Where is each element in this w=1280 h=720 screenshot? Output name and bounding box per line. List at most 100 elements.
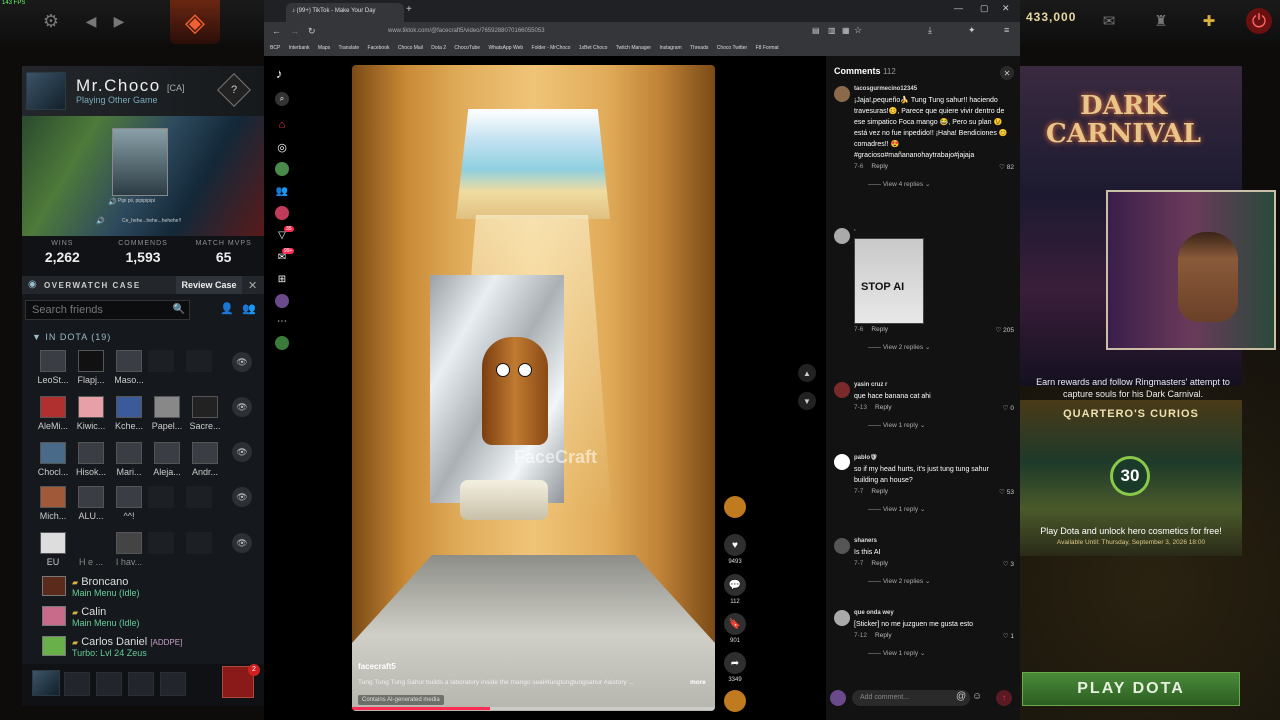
download-icon[interactable]: ⤓ xyxy=(928,25,932,36)
friend-tile[interactable]: ^^! xyxy=(110,486,148,526)
profile-name[interactable]: Mr.Choco xyxy=(76,76,161,95)
friend-list-item[interactable]: ▰ Carlos Daniel [ADDPE] Turbo: Lvl 24 Zeu… xyxy=(42,636,182,658)
in-dota-header[interactable]: ▼ IN DOTA (19) xyxy=(32,332,111,342)
like-button[interactable]: ♥ 9493 xyxy=(724,534,746,565)
upload-icon[interactable]: ⊞ xyxy=(275,272,289,286)
bookmark[interactable]: Dota 2 xyxy=(431,45,446,51)
view-replies[interactable]: —— View 1 reply ⌄ xyxy=(868,505,1014,513)
page-icon[interactable]: ▥ xyxy=(828,26,836,35)
commenter-avatar[interactable] xyxy=(834,228,850,244)
profile-avatar-icon[interactable] xyxy=(275,294,289,308)
friend-tile[interactable]: Sacre... xyxy=(186,396,224,436)
creator-avatar-button[interactable] xyxy=(724,496,746,518)
friend-tile[interactable]: Kiwic... xyxy=(72,396,110,436)
search-icon[interactable]: 🔍 xyxy=(173,304,185,315)
view-replies[interactable]: —— View 2 replies ⌄ xyxy=(868,343,1014,351)
save-button[interactable]: 🔖 901 xyxy=(724,613,746,644)
friend-tile[interactable]: Flapj... xyxy=(72,350,110,390)
help-button[interactable]: ? xyxy=(217,73,251,107)
share-button[interactable]: ➦ 3349 xyxy=(724,652,746,683)
friends-icon[interactable]: 👥 xyxy=(242,302,256,315)
bookmark[interactable]: Translate xyxy=(338,45,359,51)
friend-tile[interactable]: ALU... xyxy=(72,486,110,526)
reply-button[interactable]: Reply xyxy=(871,163,888,170)
quartero-curios-promo[interactable]: QUARTERO'S CURIOS 30 Play Dota and unloc… xyxy=(1020,400,1242,556)
friend-tile[interactable]: Mich... xyxy=(34,486,72,526)
tiktok-logo-icon[interactable]: ♪ xyxy=(276,66,283,81)
friend-list-item[interactable]: ▰ Broncano Main Menu (Idle) xyxy=(42,576,140,598)
friend-tile[interactable]: Maso... xyxy=(110,350,148,390)
bookmark[interactable]: Facebook xyxy=(368,45,390,51)
comment-like[interactable]: ♡ 0 xyxy=(1003,404,1014,412)
watch-eye-icon[interactable]: 👁 xyxy=(232,442,252,462)
close-comments-button[interactable]: ✕ xyxy=(1000,66,1014,80)
comment-like[interactable]: ♡ 3 xyxy=(1003,560,1014,568)
speaker-icon[interactable]: 🔊 xyxy=(96,217,105,225)
next-video-button[interactable]: ▼ xyxy=(798,392,816,410)
friend-tile[interactable]: Hisok... xyxy=(72,442,110,482)
friend-tile[interactable]: Mari... xyxy=(110,442,148,482)
sound-disc-button[interactable] xyxy=(724,690,746,712)
explore-icon[interactable]: ◎ xyxy=(275,140,289,154)
bookmark[interactable]: Threads xyxy=(690,45,708,51)
party-slot[interactable] xyxy=(128,672,154,696)
reload-icon[interactable]: ↻ xyxy=(308,26,316,37)
forward-arrow-icon[interactable]: ▶ xyxy=(108,10,130,32)
bookmark[interactable]: WhatsApp Web xyxy=(488,45,523,51)
back-icon[interactable]: ← xyxy=(272,26,281,36)
close-icon[interactable]: ✕ xyxy=(248,279,257,292)
url-input[interactable]: www.tiktok.com/@facecraft5/video/7659288… xyxy=(388,26,804,39)
reply-button[interactable]: Reply xyxy=(871,488,888,495)
more-link[interactable]: more xyxy=(690,679,706,686)
comment-like[interactable]: ♡ 82 xyxy=(999,163,1014,171)
friend-tile[interactable]: Papel... xyxy=(148,396,186,436)
friend-tile[interactable]: Andr... xyxy=(186,442,224,482)
extensions-icon[interactable]: ✦ xyxy=(968,25,976,36)
friends-icon[interactable]: 👥 xyxy=(275,184,289,198)
armory-icon[interactable]: ♜ xyxy=(1150,10,1172,32)
comment-user[interactable]: · xyxy=(854,228,1014,234)
bookmark[interactable]: Interbank xyxy=(289,45,310,51)
back-arrow-icon[interactable]: ◀ xyxy=(80,10,102,32)
profile-avatar[interactable] xyxy=(26,72,66,110)
send-icon[interactable]: ↑ xyxy=(996,690,1012,706)
bookmark[interactable]: Choco Mail xyxy=(398,45,423,51)
add-friend-icon[interactable]: 👤 xyxy=(220,302,234,315)
commenter-avatar[interactable] xyxy=(834,382,850,398)
mention-icon[interactable]: @ xyxy=(956,691,966,702)
search-friends-input[interactable]: Search friends 🔍 xyxy=(25,300,190,320)
add-comment-input[interactable]: Add comment... xyxy=(852,690,970,706)
comment-user[interactable]: yasin cruz r xyxy=(854,382,1014,388)
commenter-avatar[interactable] xyxy=(834,538,850,554)
reply-button[interactable]: Reply xyxy=(875,404,892,411)
watch-eye-icon[interactable]: 👁 xyxy=(232,533,252,553)
dota-logo-icon[interactable]: ◈ xyxy=(170,0,220,44)
comment-user[interactable]: shaners xyxy=(854,538,1014,544)
reply-button[interactable]: Reply xyxy=(871,560,888,567)
friend-tile[interactable]: Aleja... xyxy=(148,442,186,482)
friend-tile[interactable]: I hav... xyxy=(110,532,148,572)
bookmark[interactable]: Instagram xyxy=(659,45,681,51)
bookmark[interactable]: Twitch Manager xyxy=(616,45,651,51)
party-slot[interactable] xyxy=(96,672,122,696)
friend-tile[interactable]: EU xyxy=(34,532,72,572)
following-avatar-icon[interactable] xyxy=(275,162,289,176)
comment-like[interactable]: ♡ 1 xyxy=(1003,632,1014,640)
comment-button[interactable]: 💬 112 xyxy=(724,574,746,605)
view-replies[interactable]: —— View 2 replies ⌄ xyxy=(868,577,1014,585)
bookmark[interactable]: Folder - MrChoco xyxy=(532,45,571,51)
close-window-icon[interactable]: ✕ xyxy=(1002,3,1010,14)
live-icon[interactable] xyxy=(275,206,289,220)
more-icon[interactable]: ⋯ xyxy=(275,314,289,328)
minimize-icon[interactable]: — xyxy=(954,3,963,13)
app-icon[interactable] xyxy=(275,336,289,350)
prev-video-button[interactable]: ▲ xyxy=(798,364,816,382)
comment-user[interactable]: tacosgurmecino12345 xyxy=(854,86,1014,92)
reply-button[interactable]: Reply xyxy=(875,632,892,639)
bookmark-star-icon[interactable]: ☆ xyxy=(854,25,862,36)
speaker-icon[interactable]: 🔊 xyxy=(108,198,117,206)
bookmark[interactable]: F8 Format xyxy=(756,45,779,51)
power-icon[interactable]: ⏻ xyxy=(1246,8,1272,34)
forward-icon[interactable]: → xyxy=(290,26,299,36)
party-avatar[interactable] xyxy=(32,670,60,696)
